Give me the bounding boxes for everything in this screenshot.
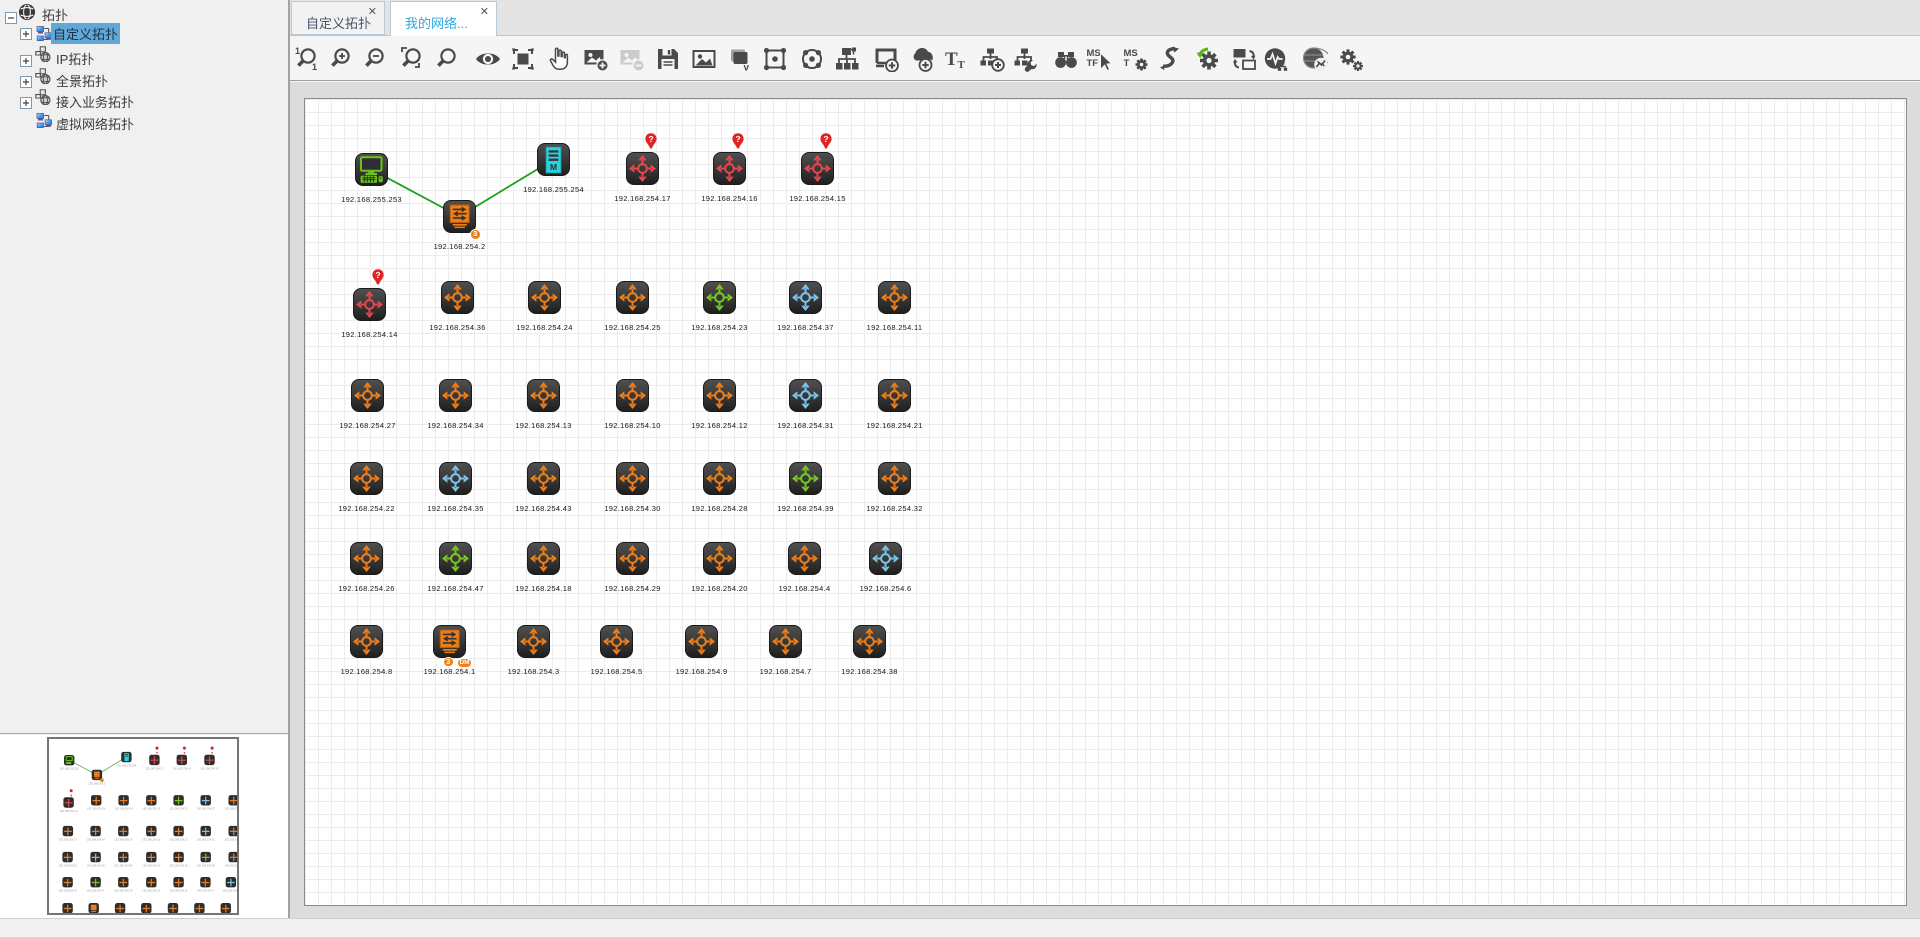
svg-text:v: v [744, 63, 750, 73]
svg-text:192.168.254.15: 192.168.254.15 [200, 766, 219, 770]
svg-text:192.168.254.13: 192.168.254.13 [114, 838, 133, 842]
svg-text:192.168.254.6: 192.168.254.6 [223, 889, 237, 893]
svg-text:192.168.254.23: 192.168.254.23 [170, 807, 189, 811]
svg-text:192.168.254.21: 192.168.254.21 [225, 838, 237, 842]
svg-text:192.168.254.37: 192.168.254.37 [197, 807, 216, 811]
svg-text:192.168.254.27: 192.168.254.27 [59, 838, 78, 842]
svg-text:192.168.254.29: 192.168.254.29 [142, 889, 161, 893]
svg-text:192.168.254.11: 192.168.254.11 [225, 807, 237, 811]
svg-text:192.168.254.34: 192.168.254.34 [87, 838, 106, 842]
svg-text:192.168.254.32: 192.168.254.32 [225, 864, 237, 868]
svg-text:1: 1 [295, 46, 300, 56]
svg-text:192.168.254.36: 192.168.254.36 [87, 807, 106, 811]
svg-text:1: 1 [312, 62, 317, 72]
svg-text:192.168.254.14: 192.168.254.14 [60, 809, 79, 813]
svg-text:192.168.254.30: 192.168.254.30 [142, 864, 161, 868]
svg-text:T: T [958, 59, 966, 71]
svg-text:192.168.255.253: 192.168.255.253 [59, 767, 79, 771]
svg-text:192.168.254.22: 192.168.254.22 [59, 864, 78, 868]
svg-text:192.168.254.26: 192.168.254.26 [59, 889, 78, 893]
svg-text:192.168.254.43: 192.168.254.43 [114, 864, 133, 868]
svg-text:192.168.254.16: 192.168.254.16 [173, 766, 192, 770]
svg-text:192.168.254.20: 192.168.254.20 [170, 889, 189, 893]
svg-text:T: T [945, 49, 958, 70]
svg-text:192.168.254.35: 192.168.254.35 [87, 864, 106, 868]
svg-text:T: T [1124, 58, 1130, 69]
svg-text:192.168.254.4: 192.168.254.4 [197, 889, 214, 893]
svg-text:192.168.254.31: 192.168.254.31 [197, 838, 216, 842]
svg-text:TF: TF [1087, 58, 1099, 69]
svg-text:192.168.255.254: 192.168.255.254 [117, 764, 137, 768]
svg-text:192.168.254.39: 192.168.254.39 [197, 864, 216, 868]
svg-text:192.168.254.12: 192.168.254.12 [170, 838, 189, 842]
svg-text:192.168.254.10: 192.168.254.10 [142, 838, 161, 842]
svg-text:192.168.254.25: 192.168.254.25 [142, 807, 161, 811]
svg-text:192.168.254.18: 192.168.254.18 [114, 889, 133, 893]
svg-text:192.168.254.17: 192.168.254.17 [145, 766, 164, 770]
svg-text:192.168.254.2: 192.168.254.2 [89, 781, 106, 785]
svg-text:192.168.254.24: 192.168.254.24 [115, 807, 134, 811]
svg-text:192.168.254.28: 192.168.254.28 [170, 864, 189, 868]
svg-text:192.168.254.47: 192.168.254.47 [87, 889, 106, 893]
